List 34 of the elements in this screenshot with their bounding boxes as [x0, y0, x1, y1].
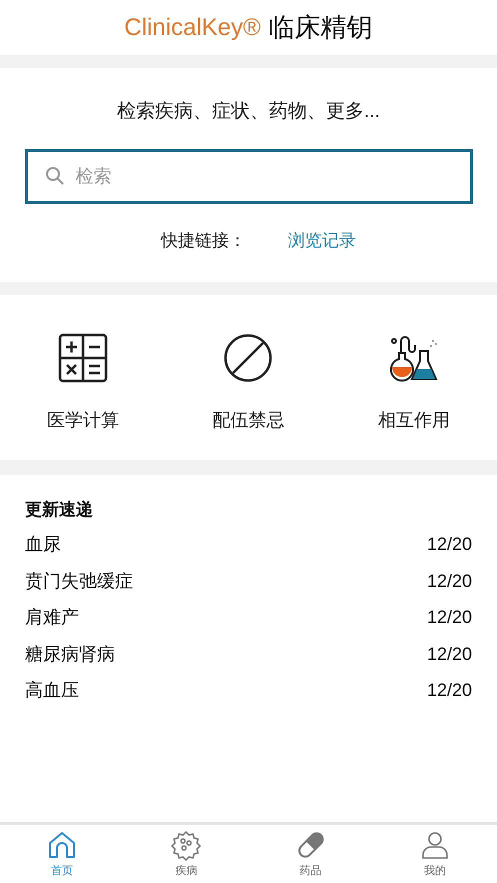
app-title: 临床精钥 [268, 11, 373, 44]
quick-links-label: 快捷链接： [161, 230, 246, 252]
germ-icon [170, 828, 202, 861]
update-row[interactable]: 高血压 12/20 [25, 672, 472, 709]
tab-bar-item[interactable]: 我的 [372, 825, 497, 883]
brand-name: ClinicalKey® [124, 12, 261, 42]
tab-bar-item[interactable]: 药品 [248, 825, 373, 883]
update-date: 12/20 [426, 679, 472, 702]
section-title: 更新速递 [25, 499, 94, 521]
update-row[interactable]: 糖尿病肾病 12/20 [25, 636, 472, 672]
disease-name: 肩难产 [25, 606, 79, 630]
disease-name: 高血压 [25, 679, 79, 702]
disease-name: 贲门失弛缓症 [25, 570, 133, 593]
search-heading: 检索疾病、症状、药物、更多... [117, 100, 380, 124]
tool-button[interactable]: 配伍禁忌 [166, 333, 332, 460]
update-row[interactable]: 贲门失弛缓症 12/20 [25, 563, 472, 600]
update-date: 12/20 [426, 642, 472, 666]
search-icon [44, 166, 64, 186]
tool-button[interactable]: 医学计算 [0, 333, 166, 460]
search-field[interactable]: 检索 [24, 148, 472, 204]
disease-name: 糖尿病肾病 [25, 642, 115, 666]
tool-button[interactable]: 相互作用 [331, 333, 497, 460]
flasks-icon [389, 333, 440, 383]
update-date: 12/20 [426, 533, 472, 556]
update-row[interactable]: 血尿 12/20 [25, 526, 472, 563]
tab-bar-item[interactable]: 首页 [0, 825, 124, 883]
prohibited-icon [223, 333, 274, 383]
disease-name: 血尿 [25, 533, 61, 556]
calculator-icon [58, 333, 108, 383]
update-date: 12/20 [426, 606, 472, 630]
update-date: 12/20 [426, 570, 472, 593]
update-row[interactable]: 肩难产 12/20 [25, 600, 472, 636]
tab-bar-item[interactable]: 疾病 [124, 825, 248, 883]
history-link[interactable]: 浏览记录 [288, 228, 356, 253]
